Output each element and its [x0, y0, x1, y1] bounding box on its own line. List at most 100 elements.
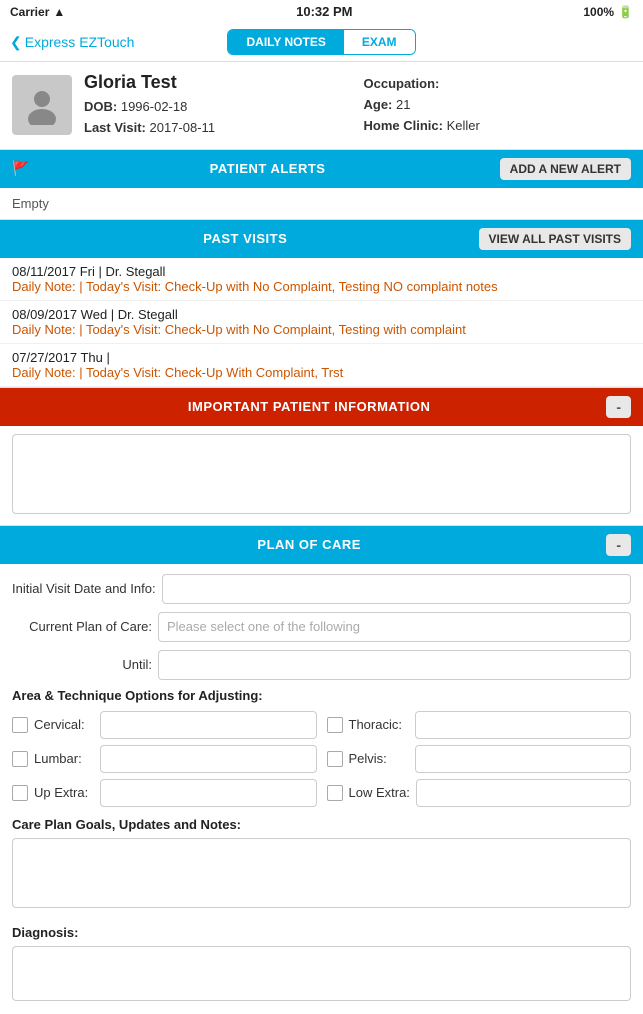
- care-goals-title: Care Plan Goals, Updates and Notes:: [12, 817, 631, 832]
- patient-info-right: Occupation: Age: 21 Home Clinic: Keller: [364, 74, 632, 136]
- patient-dob: DOB: 1996-02-18: [84, 97, 352, 118]
- tab-exam[interactable]: EXAM: [344, 30, 415, 54]
- plan-of-care-collapse-button[interactable]: -: [606, 534, 631, 556]
- lumbar-checkbox[interactable]: [12, 751, 28, 767]
- chevron-left-icon: [10, 34, 22, 51]
- past-visits-title: PAST VISITS: [12, 231, 479, 246]
- carrier-label: Carrier: [10, 5, 49, 19]
- view-all-past-visits-button[interactable]: VIEW ALL PAST VISITS: [479, 228, 631, 250]
- low-extra-input[interactable]: [416, 779, 631, 807]
- patient-name: Gloria Test: [84, 72, 352, 93]
- patient-occupation: Occupation:: [364, 74, 632, 95]
- flag-icon: 🚩: [12, 160, 29, 177]
- low-extra-row: Low Extra:: [327, 779, 632, 807]
- back-label: Express EZTouch: [25, 34, 135, 50]
- nav-bar: Express EZTouch DAILY NOTES EXAM: [0, 23, 643, 62]
- initial-visit-label: Initial Visit Date and Info:: [12, 581, 156, 596]
- visit-item-0: 08/11/2017 Fri | Dr. Stegall Daily Note:…: [0, 258, 643, 301]
- pelvis-row: Pelvis:: [327, 745, 632, 773]
- thoracic-input[interactable]: [415, 711, 632, 739]
- thoracic-label: Thoracic:: [349, 717, 409, 732]
- patient-last-visit: Last Visit: 2017-08-11: [84, 118, 352, 139]
- patient-alerts-title: PATIENT ALERTS: [35, 161, 499, 176]
- home-clinic-label: Home Clinic:: [364, 118, 443, 133]
- visit-item-1: 08/09/2017 Wed | Dr. Stegall Daily Note:…: [0, 301, 643, 344]
- visit-date-1: 08/09/2017 Wed | Dr. Stegall: [12, 307, 631, 322]
- until-input[interactable]: [158, 650, 631, 680]
- plan-of-care-body: Initial Visit Date and Info: Current Pla…: [0, 564, 643, 1014]
- adjust-grid: Cervical: Thoracic: Lumbar: Pelvis: Up E…: [12, 711, 631, 807]
- patient-age: Age: 21: [364, 95, 632, 116]
- up-extra-label: Up Extra:: [34, 785, 94, 800]
- low-extra-label: Low Extra:: [349, 785, 410, 800]
- past-visits-header: PAST VISITS VIEW ALL PAST VISITS: [0, 220, 643, 258]
- wifi-icon: ▲: [53, 5, 65, 19]
- important-info-title: IMPORTANT PATIENT INFORMATION: [12, 399, 606, 414]
- past-visits-body: 08/11/2017 Fri | Dr. Stegall Daily Note:…: [0, 258, 643, 388]
- lumbar-input[interactable]: [100, 745, 317, 773]
- cervical-label: Cervical:: [34, 717, 94, 732]
- important-info-collapse-button[interactable]: -: [606, 396, 631, 418]
- important-info-textarea[interactable]: [12, 434, 631, 514]
- occupation-label: Occupation:: [364, 76, 440, 91]
- lumbar-label: Lumbar:: [34, 751, 94, 766]
- lumbar-row: Lumbar:: [12, 745, 317, 773]
- pelvis-input[interactable]: [415, 745, 632, 773]
- last-visit-label: Last Visit:: [84, 120, 146, 135]
- cervical-row: Cervical:: [12, 711, 317, 739]
- patient-info-left: Gloria Test DOB: 1996-02-18 Last Visit: …: [84, 72, 352, 139]
- diagnosis-textarea[interactable]: [12, 946, 631, 1001]
- important-info-body: [0, 426, 643, 526]
- up-extra-input[interactable]: [100, 779, 317, 807]
- visit-item-2: 07/27/2017 Thu | Daily Note: | Today's V…: [0, 344, 643, 387]
- visit-note-1: Daily Note: | Today's Visit: Check-Up wi…: [12, 322, 631, 337]
- status-left: Carrier ▲: [10, 5, 65, 19]
- care-goals-textarea[interactable]: [12, 838, 631, 908]
- avatar: [12, 75, 72, 135]
- area-section-title: Area & Technique Options for Adjusting:: [12, 688, 631, 703]
- up-extra-checkbox[interactable]: [12, 785, 28, 801]
- pelvis-label: Pelvis:: [349, 751, 409, 766]
- visit-note-2: Daily Note: | Today's Visit: Check-Up Wi…: [12, 365, 631, 380]
- current-plan-row: Current Plan of Care:: [12, 612, 631, 642]
- patient-home-clinic: Home Clinic: Keller: [364, 116, 632, 137]
- initial-visit-input[interactable]: [162, 574, 631, 604]
- alerts-body: Empty: [0, 188, 643, 220]
- age-value: 21: [396, 97, 410, 112]
- age-label: Age:: [364, 97, 393, 112]
- battery-label: 100%: [583, 5, 614, 19]
- pelvis-checkbox[interactable]: [327, 751, 343, 767]
- plan-of-care-title: PLAN OF CARE: [12, 537, 606, 552]
- alerts-empty-text: Empty: [12, 196, 49, 211]
- dob-label: DOB:: [84, 99, 117, 114]
- plan-of-care-header: PLAN OF CARE -: [0, 526, 643, 564]
- avatar-icon: [22, 85, 62, 125]
- nav-back-button[interactable]: Express EZTouch: [10, 34, 227, 51]
- patient-header: Gloria Test DOB: 1996-02-18 Last Visit: …: [0, 62, 643, 150]
- until-label: Until:: [12, 657, 152, 672]
- low-extra-checkbox[interactable]: [327, 785, 343, 801]
- current-plan-label: Current Plan of Care:: [12, 619, 152, 634]
- cervical-input[interactable]: [100, 711, 317, 739]
- current-plan-input[interactable]: [158, 612, 631, 642]
- up-extra-row: Up Extra:: [12, 779, 317, 807]
- visit-note-0: Daily Note: | Today's Visit: Check-Up wi…: [12, 279, 631, 294]
- nav-tabs: DAILY NOTES EXAM: [227, 29, 415, 55]
- status-time: 10:32 PM: [296, 4, 352, 19]
- tab-daily-notes[interactable]: DAILY NOTES: [228, 30, 343, 54]
- thoracic-checkbox[interactable]: [327, 717, 343, 733]
- until-row: Until:: [12, 650, 631, 680]
- thoracic-row: Thoracic:: [327, 711, 632, 739]
- status-right: 100% 🔋: [583, 5, 633, 19]
- dob-value: 1996-02-18: [121, 99, 188, 114]
- cervical-checkbox[interactable]: [12, 717, 28, 733]
- important-info-header: IMPORTANT PATIENT INFORMATION -: [0, 388, 643, 426]
- add-new-alert-button[interactable]: ADD A NEW ALERT: [500, 158, 631, 180]
- diagnosis-title: Diagnosis:: [12, 925, 631, 940]
- status-bar: Carrier ▲ 10:32 PM 100% 🔋: [0, 0, 643, 23]
- home-clinic-value: Keller: [447, 118, 480, 133]
- last-visit-value: 2017-08-11: [150, 120, 216, 135]
- initial-visit-row: Initial Visit Date and Info:: [12, 574, 631, 604]
- visit-date-0: 08/11/2017 Fri | Dr. Stegall: [12, 264, 631, 279]
- patient-alerts-header: 🚩 PATIENT ALERTS ADD A NEW ALERT: [0, 150, 643, 188]
